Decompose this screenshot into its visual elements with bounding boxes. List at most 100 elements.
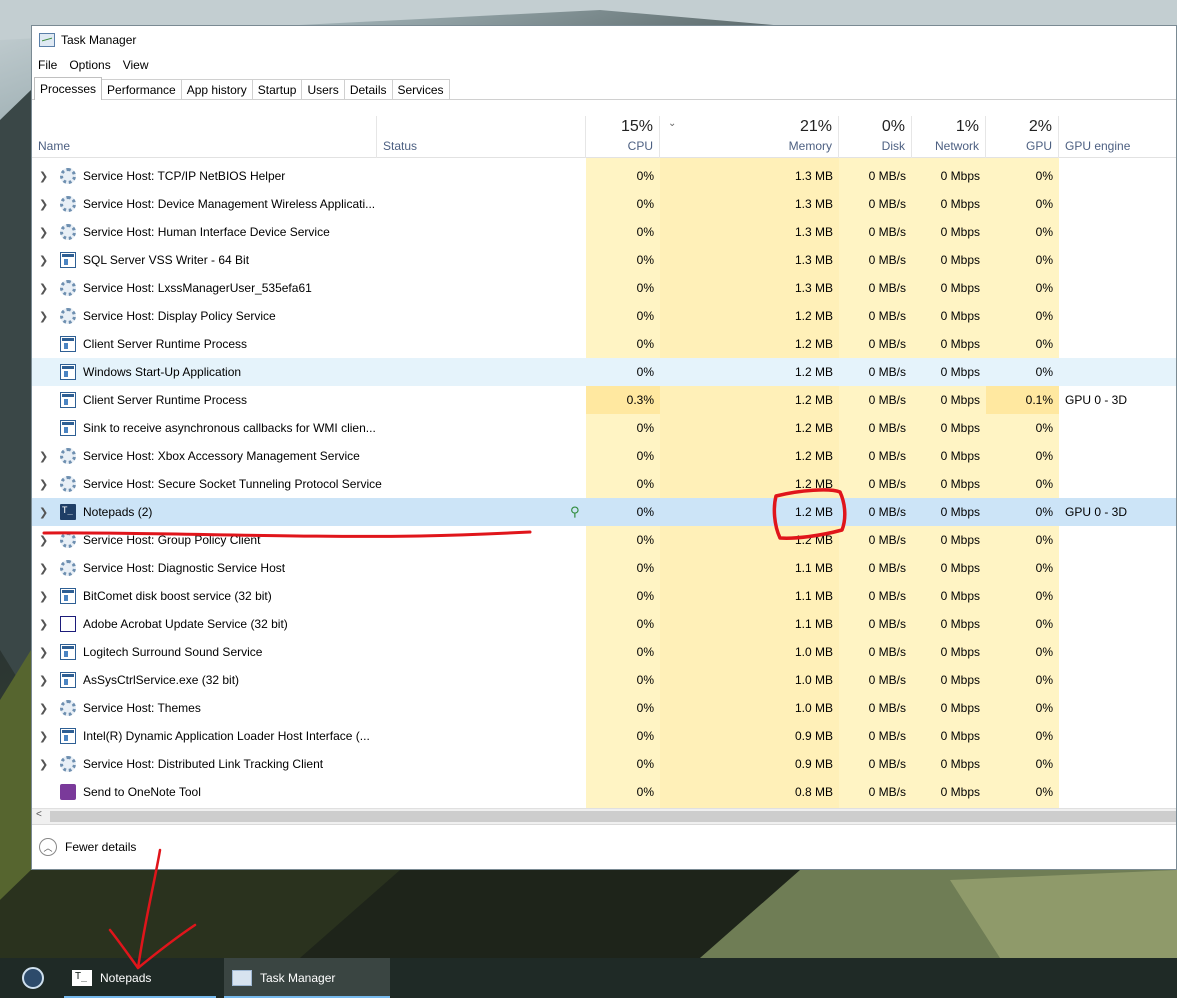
column-gpu-engine[interactable]: GPU engine	[1059, 116, 1176, 158]
chevron-right-icon[interactable]: ❯	[39, 610, 48, 638]
process-row[interactable]: ❯ Logitech Surround Sound Service 0% 1.0 MB…	[32, 638, 1176, 666]
cpu-value: 0%	[636, 645, 654, 659]
cpu-value: 0%	[636, 225, 654, 239]
memory-value: 1.2 MB	[794, 309, 833, 323]
column-gpu[interactable]: 2% GPU	[986, 116, 1059, 158]
column-network[interactable]: 1% Network	[912, 116, 986, 158]
process-row[interactable]: ❯ Adobe Acrobat Update Service (32 bit) 0%…	[32, 610, 1176, 638]
process-row[interactable]: ❯ Service Host: Display Policy Service 0% 1…	[32, 302, 1176, 330]
process-row[interactable]: Windows Start-Up Application 0% 1.2 MB 0 MB…	[32, 358, 1176, 386]
process-row[interactable]: ❯ Service Host: Distributed Link Tracking…	[32, 750, 1176, 778]
title-bar[interactable]: Task Manager	[32, 26, 1176, 54]
scroll-left-icon[interactable]: <	[36, 809, 42, 820]
process-row[interactable]: ❯ Service Host: Human Interface Device Se…	[32, 218, 1176, 246]
gpu-value: 0%	[1035, 253, 1053, 267]
tab-details[interactable]: Details	[343, 79, 393, 99]
column-header: Name Status 15% CPU ⌄ 21% Memory 0% Disk…	[32, 116, 1176, 158]
gpu-value: 0%	[1035, 533, 1053, 547]
column-status[interactable]: Status	[377, 116, 586, 158]
process-row[interactable]: ❯ Intel(R) Dynamic Application Loader Hos…	[32, 722, 1176, 750]
gpu-engine-value	[1065, 610, 1176, 638]
chevron-right-icon[interactable]: ❯	[39, 218, 48, 246]
disk-value: 0 MB/s	[868, 393, 906, 407]
horizontal-scrollbar[interactable]: <	[32, 808, 1176, 824]
chevron-right-icon[interactable]: ❯	[39, 554, 48, 582]
chevron-right-icon[interactable]: ❯	[39, 274, 48, 302]
column-status-label: Status	[383, 139, 418, 153]
chevron-right-icon[interactable]: ❯	[39, 162, 48, 190]
process-row[interactable]: Send to OneNote Tool 0% 0.8 MB 0 MB/s 0 Mbps…	[32, 778, 1176, 806]
network-value: 0 Mbps	[940, 785, 980, 799]
disk-value: 0 MB/s	[868, 337, 906, 351]
menu-options[interactable]: Options	[69, 58, 110, 72]
tab-app-history[interactable]: App history	[180, 79, 253, 99]
process-row[interactable]: ❯ Service Host: Themes 0% 1.0 MB 0 MB/s 0 Mbp…	[32, 694, 1176, 722]
process-name: Sink to receive asynchronous callbacks f…	[83, 421, 376, 435]
column-disk[interactable]: 0% Disk	[839, 116, 912, 158]
cpu-value: 0%	[636, 337, 654, 351]
tab-services[interactable]: Services	[391, 79, 450, 99]
process-name: Logitech Surround Sound Service	[83, 645, 263, 659]
process-row[interactable]: ❯ Service Host: LxssManagerUser_535efa61 0…	[32, 274, 1176, 302]
process-row[interactable]: ❯ Service Host: Secure Socket Tunneling P…	[32, 470, 1176, 498]
disk-value: 0 MB/s	[868, 589, 906, 603]
disk-value: 0 MB/s	[868, 757, 906, 771]
process-row[interactable]: ❯ Service Host: Xbox Accessory Management…	[32, 442, 1176, 470]
gpu-value: 0%	[1035, 673, 1053, 687]
process-row[interactable]: ❯ Service Host: Device Management Wireles…	[32, 190, 1176, 218]
process-row[interactable]: ❯ Service Host: TCP/IP NetBIOS Helper 0% 1.…	[32, 162, 1176, 190]
cpu-value: 0%	[636, 449, 654, 463]
chevron-right-icon[interactable]: ❯	[39, 498, 48, 526]
chevron-right-icon[interactable]: ❯	[39, 442, 48, 470]
chevron-right-icon[interactable]: ❯	[39, 750, 48, 778]
process-row[interactable]: ❯ BitComet disk boost service (32 bit) 0% 1…	[32, 582, 1176, 610]
process-row[interactable]: Client Server Runtime Process 0.3% 1.2 MB 0…	[32, 386, 1176, 414]
process-row[interactable]: ❯ Service Host: Diagnostic Service Host 0%…	[32, 554, 1176, 582]
network-value: 0 Mbps	[940, 673, 980, 687]
chevron-right-icon[interactable]: ❯	[39, 666, 48, 694]
tab-performance[interactable]: Performance	[101, 79, 182, 99]
process-row[interactable]: ❯ Notepads (2) ⚲ 0% 1.2 MB 0 MB/s 0 Mbps 0% GPU …	[32, 498, 1176, 526]
column-memory[interactable]: ⌄ 21% Memory	[660, 116, 839, 158]
taskbar-notepads[interactable]: Notepads	[64, 958, 216, 998]
column-cpu[interactable]: 15% CPU	[586, 116, 660, 158]
menu-file[interactable]: File	[38, 58, 57, 72]
scrollbar-thumb[interactable]	[50, 811, 1176, 822]
chevron-right-icon[interactable]: ❯	[39, 722, 48, 750]
tab-startup[interactable]: Startup	[251, 79, 303, 99]
chevron-right-icon[interactable]: ❯	[39, 526, 48, 554]
process-row[interactable]: Sink to receive asynchronous callbacks f…	[32, 414, 1176, 442]
tab-users[interactable]: Users	[301, 79, 345, 99]
chevron-right-icon[interactable]: ❯	[39, 190, 48, 218]
chevron-right-icon[interactable]: ❯	[39, 694, 48, 722]
process-row[interactable]: ❯ SQL Server VSS Writer - 64 Bit 0% 1.3 MB 0…	[32, 246, 1176, 274]
tab-processes[interactable]: Processes	[34, 77, 103, 100]
disk-value: 0 MB/s	[868, 785, 906, 799]
chevron-right-icon[interactable]: ❯	[39, 470, 48, 498]
process-row[interactable]: ❯ Service Host: Group Policy Client 0% 1.2 …	[32, 526, 1176, 554]
process-row[interactable]: ❯ AsSysCtrlService.exe (32 bit) 0% 1.0 MB 0 …	[32, 666, 1176, 694]
disk-value: 0 MB/s	[868, 169, 906, 183]
cpu-value: 0%	[636, 617, 654, 631]
gpu-engine-value	[1065, 274, 1176, 302]
taskbar-task-manager[interactable]: Task Manager	[224, 958, 390, 998]
chevron-right-icon[interactable]: ❯	[39, 302, 48, 330]
gpu-value: 0%	[1035, 365, 1053, 379]
column-cpu-label: CPU	[627, 139, 653, 153]
process-name: Intel(R) Dynamic Application Loader Host…	[83, 729, 370, 743]
disk-value: 0 MB/s	[868, 617, 906, 631]
memory-value: 1.1 MB	[794, 589, 833, 603]
fewer-details-button[interactable]: ︿ Fewer details	[39, 838, 136, 856]
chevron-right-icon[interactable]: ❯	[39, 638, 48, 666]
process-row[interactable]: Client Server Runtime Process 0% 1.2 MB 0 M…	[32, 330, 1176, 358]
taskbar-steam[interactable]	[0, 958, 64, 998]
chevron-right-icon[interactable]: ❯	[39, 246, 48, 274]
gpu-engine-value	[1065, 554, 1176, 582]
column-name[interactable]: Name	[32, 116, 377, 158]
menu-view[interactable]: View	[123, 58, 149, 72]
memory-value: 1.2 MB	[794, 393, 833, 407]
menu-bar: File Options View	[32, 54, 1176, 76]
network-total: 1%	[955, 118, 979, 135]
chevron-right-icon[interactable]: ❯	[39, 582, 48, 610]
network-value: 0 Mbps	[940, 505, 980, 519]
